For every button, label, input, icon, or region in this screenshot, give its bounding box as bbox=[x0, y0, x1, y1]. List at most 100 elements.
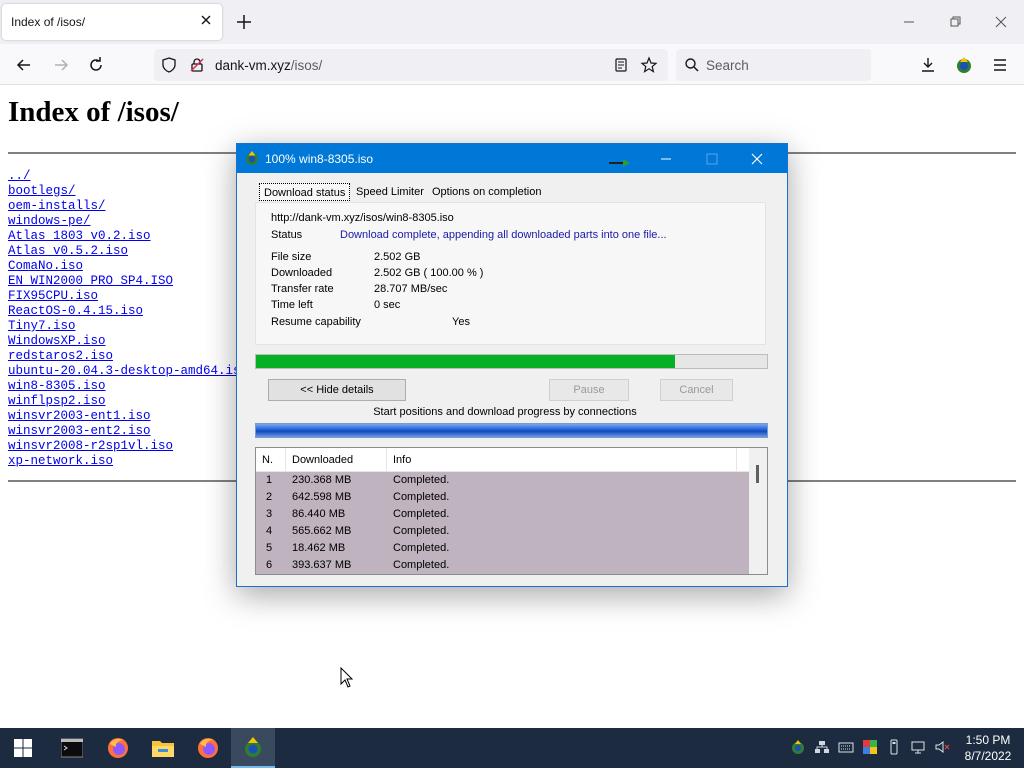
downloads-icon[interactable] bbox=[918, 55, 938, 75]
idm-icon bbox=[246, 151, 258, 165]
restore-icon[interactable] bbox=[946, 13, 964, 31]
file-link[interactable]: windows-pe/ bbox=[8, 214, 91, 228]
taskbar-idm[interactable] bbox=[231, 728, 275, 768]
file-link[interactable]: EN_WIN2000_PRO_SP4.ISO bbox=[8, 274, 173, 288]
search-bar[interactable]: Search bbox=[676, 49, 871, 81]
file-link[interactable]: Atlas_v0.5.2.iso bbox=[8, 244, 128, 258]
file-link[interactable]: WindowsXP.iso bbox=[8, 334, 106, 348]
connection-row[interactable]: 3 86.440 MB Completed. bbox=[256, 506, 749, 523]
taskbar-firefox-2[interactable] bbox=[186, 728, 230, 768]
column-header-info[interactable]: Info bbox=[387, 448, 737, 472]
url-text[interactable]: dank-vm.xyz/isos/ bbox=[215, 58, 322, 73]
network-icon[interactable] bbox=[910, 739, 926, 755]
keyboard-icon[interactable] bbox=[838, 739, 854, 755]
dialog-titlebar[interactable]: 100% win8-8305.iso bbox=[237, 144, 787, 173]
file-link[interactable]: Tiny7.iso bbox=[8, 319, 76, 333]
progress-fill bbox=[256, 355, 676, 368]
file-link[interactable]: ../ bbox=[8, 169, 31, 183]
pause-button[interactable]: Pause bbox=[549, 379, 629, 401]
connection-downloaded: 642.598 MB bbox=[292, 491, 352, 503]
connection-number: 2 bbox=[266, 491, 273, 503]
file-link[interactable]: winsvr2003-ent2.iso bbox=[8, 424, 151, 438]
menu-icon[interactable] bbox=[990, 55, 1010, 75]
column-header-n[interactable]: N. bbox=[256, 448, 286, 472]
file-link[interactable]: ReactOS-0.4.15.iso bbox=[8, 304, 143, 318]
insecure-lock-icon[interactable] bbox=[188, 56, 206, 74]
file-link[interactable]: ubuntu-20.04.3-desktop-amd64.iso bbox=[8, 364, 248, 378]
dialog-close-icon[interactable] bbox=[749, 151, 765, 167]
file-link[interactable]: ComaNo.iso bbox=[8, 259, 83, 273]
tab-close-icon[interactable] bbox=[198, 12, 214, 28]
usb-device-icon[interactable] bbox=[886, 739, 902, 755]
taskbar-firefox[interactable] bbox=[96, 728, 140, 768]
tab-title: Index of /isos/ bbox=[11, 15, 86, 29]
tab-options-on-completion[interactable]: Options on completion bbox=[428, 183, 545, 201]
time-left-value: 0 sec bbox=[374, 299, 401, 311]
connection-info: Completed. bbox=[393, 508, 450, 520]
bookmark-star-icon[interactable] bbox=[640, 56, 658, 74]
connection-info: Completed. bbox=[393, 559, 450, 571]
file-list-item: ComaNo.iso bbox=[8, 257, 248, 273]
shield-icon[interactable] bbox=[160, 56, 178, 74]
reload-icon[interactable] bbox=[86, 55, 106, 75]
connection-row[interactable]: 1 230.368 MB Completed. bbox=[256, 472, 749, 489]
url-host: dank-vm.xyz bbox=[215, 58, 291, 73]
file-link[interactable]: Atlas_1803_v0.2.iso bbox=[8, 229, 151, 243]
volume-muted-icon[interactable] bbox=[934, 739, 950, 755]
idm-tray-icon[interactable] bbox=[790, 739, 806, 755]
hide-details-button[interactable]: << Hide details bbox=[268, 379, 406, 401]
color-app-icon[interactable] bbox=[862, 739, 878, 755]
file-list-item: Atlas_1803_v0.2.iso bbox=[8, 227, 248, 243]
file-list: ../bootlegs/oem-installs/windows-pe/Atla… bbox=[8, 167, 248, 468]
start-button[interactable] bbox=[0, 728, 44, 768]
connections-table[interactable]: N. Downloaded Info 1 230.368 MB Completed.… bbox=[255, 447, 768, 575]
connection-row[interactable]: 5 18.462 MB Completed. bbox=[256, 540, 749, 557]
file-link[interactable]: xp-network.iso bbox=[8, 454, 113, 468]
taskbar-terminal[interactable] bbox=[50, 728, 94, 768]
file-list-item: winflpsp2.iso bbox=[8, 392, 248, 408]
connections-table-header: N. Downloaded Info bbox=[256, 448, 767, 472]
connection-downloaded: 18.462 MB bbox=[292, 542, 346, 554]
close-window-icon[interactable] bbox=[992, 13, 1010, 31]
tab-strip: Index of /isos/ bbox=[0, 0, 1024, 44]
idm-extension-icon[interactable] bbox=[954, 55, 974, 75]
back-icon[interactable] bbox=[14, 55, 34, 75]
file-list-item: win8-8305.iso bbox=[8, 377, 248, 393]
column-header-downloaded[interactable]: Downloaded bbox=[286, 448, 387, 472]
address-bar[interactable]: dank-vm.xyz/isos/ bbox=[154, 49, 668, 81]
file-link[interactable]: redstaros2.iso bbox=[8, 349, 113, 363]
browser-tab[interactable]: Index of /isos/ bbox=[2, 4, 222, 40]
connection-info: Completed. bbox=[393, 474, 450, 486]
file-link[interactable]: oem-installs/ bbox=[8, 199, 106, 213]
cancel-button[interactable]: Cancel bbox=[660, 379, 733, 401]
file-list-item: FIX95CPU.iso bbox=[8, 287, 248, 303]
system-clock[interactable]: 1:50 PM 8/7/2022 bbox=[958, 732, 1018, 764]
file-link[interactable]: winsvr2003-ent1.iso bbox=[8, 409, 151, 423]
status-label: Status bbox=[271, 229, 303, 241]
firefox-icon bbox=[108, 738, 128, 758]
forward-icon[interactable] bbox=[51, 55, 71, 75]
connections-rows: 1 230.368 MB Completed. 2 642.598 MB Complete… bbox=[256, 472, 749, 574]
connection-row[interactable]: 6 393.637 MB Completed. bbox=[256, 557, 749, 574]
download-url: http://dank-vm.xyz/isos/win8-8305.iso bbox=[271, 212, 454, 224]
new-tab-icon[interactable] bbox=[235, 13, 253, 31]
reader-view-icon[interactable] bbox=[612, 56, 630, 74]
tab-download-status[interactable]: Download status bbox=[259, 183, 351, 201]
resume-value: Yes bbox=[452, 316, 470, 328]
dialog-minimize-icon[interactable] bbox=[658, 151, 674, 167]
taskbar-file-explorer[interactable] bbox=[141, 728, 185, 768]
connections-scrollbar[interactable] bbox=[749, 448, 767, 574]
connection-row[interactable]: 2 642.598 MB Completed. bbox=[256, 489, 749, 506]
connection-downloaded: 565.662 MB bbox=[292, 525, 352, 537]
file-link[interactable]: winsvr2008-r2sp1vl.iso bbox=[8, 439, 173, 453]
file-link[interactable]: bootlegs/ bbox=[8, 184, 76, 198]
file-link[interactable]: FIX95CPU.iso bbox=[8, 289, 98, 303]
file-link[interactable]: win8-8305.iso bbox=[8, 379, 106, 393]
minimize-icon[interactable] bbox=[900, 13, 918, 31]
connection-downloaded: 86.440 MB bbox=[292, 508, 346, 520]
tab-speed-limiter[interactable]: Speed Limiter bbox=[352, 183, 428, 201]
connection-row[interactable]: 4 565.662 MB Completed. bbox=[256, 523, 749, 540]
network-share-icon[interactable] bbox=[814, 739, 830, 755]
file-link[interactable]: winflpsp2.iso bbox=[8, 394, 106, 408]
scrollbar-thumb[interactable] bbox=[756, 465, 759, 483]
